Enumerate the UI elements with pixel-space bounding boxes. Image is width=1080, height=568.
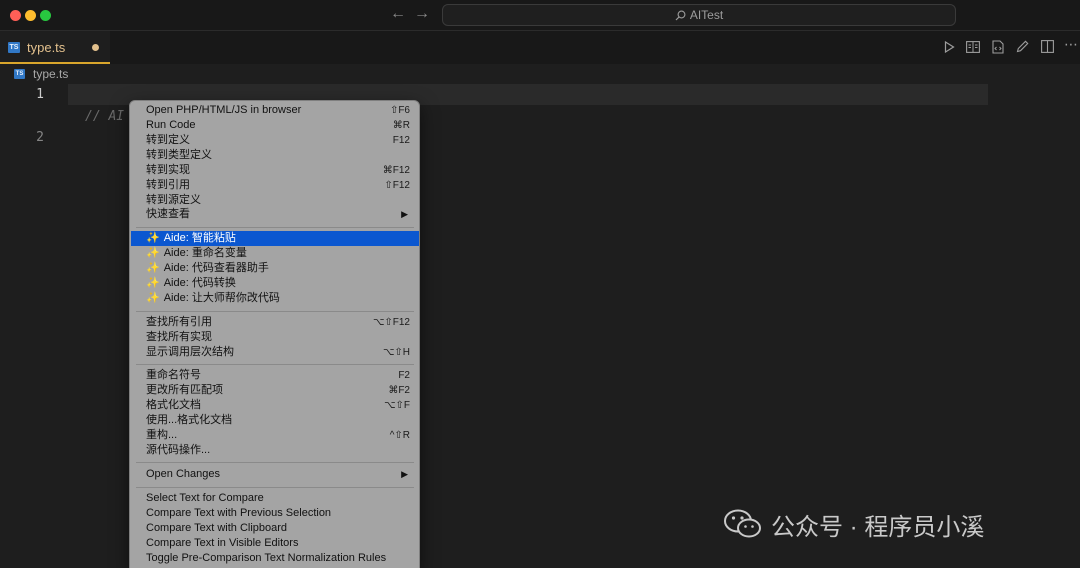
line-number: 2 — [36, 130, 44, 145]
menu-item-peek[interactable]: 快速查看 ▶ — [131, 207, 419, 222]
sparkle-icon: ✨ — [146, 262, 160, 274]
ts-file-icon: TS — [14, 69, 25, 79]
menu-item-format-document[interactable]: 格式化文档 ⌥⇧F — [131, 398, 419, 413]
sparkle-icon: ✨ — [146, 247, 160, 259]
wechat-icon — [724, 509, 761, 538]
submenu-arrow-icon: ▶ — [401, 469, 408, 479]
menu-item-open-in-browser[interactable]: Open PHP/HTML/JS in browser ⇧F6 — [131, 103, 419, 118]
breadcrumb-file[interactable]: type.ts — [33, 67, 68, 81]
menu-item-show-call-hierarchy[interactable]: 显示调用层次结构 ⌥⇧H — [131, 345, 419, 360]
menu-item-compare-previous-selection[interactable]: Compare Text with Previous Selection — [131, 506, 419, 521]
source-view-icon[interactable] — [992, 40, 1004, 54]
tab-type-ts[interactable]: TS type.ts — [0, 31, 110, 64]
open-preview-icon[interactable] — [966, 41, 980, 53]
back-arrow-icon[interactable]: ← — [390, 5, 406, 23]
menu-item-go-to-type-definition[interactable]: 转到类型定义 — [131, 148, 419, 163]
menu-separator — [136, 462, 414, 463]
sparkle-icon: ✨ — [146, 277, 160, 289]
menu-item-select-text-for-compare[interactable]: Select Text for Compare — [131, 491, 419, 506]
command-center-label: AITest — [689, 8, 724, 22]
menu-item-go-to-implementation[interactable]: 转到实现 ⌘F12 — [131, 163, 419, 178]
menu-item-refactor[interactable]: 重构... ^⇧R — [131, 428, 419, 443]
menu-separator — [136, 311, 414, 312]
menu-separator — [136, 364, 414, 365]
menu-item-go-to-references[interactable]: 转到引用 ⇧F12 — [131, 178, 419, 193]
menu-item-go-to-source-definition[interactable]: 转到源定义 — [131, 193, 419, 208]
menu-item-source-action[interactable]: 源代码操作... — [131, 443, 419, 458]
minimize-window-button[interactable] — [25, 10, 36, 21]
watermark-text: 公众号 · 程序员小溪 — [771, 513, 985, 541]
command-center-search[interactable]: AITest — [442, 4, 956, 26]
menu-item-run-code[interactable]: Run Code ⌘R — [131, 118, 419, 133]
submenu-arrow-icon: ▶ — [401, 209, 408, 219]
title-bar: ← → AITest — [0, 0, 1080, 31]
vscode-window: ← → AITest TS type.ts ⋯ TS type.ts 1 2 /… — [0, 0, 1080, 568]
menu-item-find-all-implementations[interactable]: 查找所有实现 — [131, 330, 419, 345]
menu-item-aide-code-convert[interactable]: ✨ Aide: 代码转换 — [131, 276, 419, 291]
edit-pen-icon[interactable] — [1016, 40, 1029, 53]
menu-item-go-to-definition[interactable]: 转到定义 F12 — [131, 133, 419, 148]
context-menu: Open PHP/HTML/JS in browser ⇧F6 Run Code ⌘… — [129, 100, 420, 568]
tab-label: type.ts — [27, 40, 66, 55]
forward-arrow-icon[interactable]: → — [414, 5, 430, 23]
editor-tab-bar: TS type.ts ⋯ — [0, 31, 1080, 64]
close-window-button[interactable] — [10, 10, 21, 21]
split-editor-icon[interactable] — [1041, 40, 1054, 53]
line-number: 1 — [36, 87, 44, 102]
breadcrumb: TS type.ts — [0, 64, 1080, 84]
menu-item-aide-expert-fix[interactable]: ✨ Aide: 让大师帮你改代码 — [131, 291, 419, 306]
wechat-watermark: 公众号 · 程序员小溪 — [723, 504, 984, 544]
menu-separator — [136, 487, 414, 488]
search-icon — [675, 10, 686, 20]
menu-item-aide-code-viewer[interactable]: ✨ Aide: 代码查看器助手 — [131, 261, 419, 276]
menu-separator — [136, 227, 414, 228]
sparkle-icon: ✨ — [146, 292, 160, 304]
menu-item-format-document-with[interactable]: 使用...格式化文档 — [131, 413, 419, 428]
unsaved-dot-icon[interactable] — [92, 44, 99, 51]
menu-item-aide-smart-paste[interactable]: ✨ Aide: 智能粘贴 — [131, 231, 419, 246]
menu-item-compare-visible-editors[interactable]: Compare Text in Visible Editors — [131, 536, 419, 551]
zoom-window-button[interactable] — [40, 10, 51, 21]
ts-file-icon: TS — [8, 42, 20, 53]
inline-suggestion-text: // AI — [85, 109, 125, 124]
menu-item-toggle-normalization-rules[interactable]: Toggle Pre-Comparison Text Normalization… — [131, 551, 419, 566]
menu-item-rename-symbol[interactable]: 重命名符号 F2 — [131, 368, 419, 383]
menu-item-find-all-references[interactable]: 查找所有引用 ⌥⇧F12 — [131, 315, 419, 330]
run-icon[interactable] — [944, 41, 955, 53]
menu-item-change-all-occurrences[interactable]: 更改所有匹配项 ⌘F2 — [131, 383, 419, 398]
more-actions-icon[interactable]: ⋯ — [1064, 36, 1078, 53]
sparkle-icon: ✨ — [146, 232, 160, 244]
menu-item-aide-rename-variable[interactable]: ✨ Aide: 重命名变量 — [131, 246, 419, 261]
menu-item-compare-clipboard[interactable]: Compare Text with Clipboard — [131, 521, 419, 536]
menu-item-open-changes[interactable]: Open Changes ▶ — [131, 467, 419, 482]
